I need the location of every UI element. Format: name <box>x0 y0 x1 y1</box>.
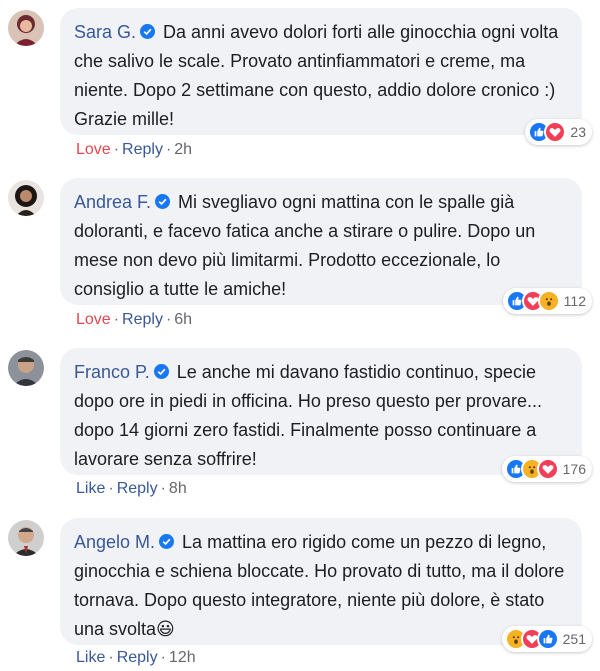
reaction-count: 112 <box>563 293 586 309</box>
comment-actions: Like · Reply · 12h <box>76 649 196 667</box>
timestamp[interactable]: 2h <box>174 141 192 158</box>
love-action[interactable]: Love <box>76 141 111 158</box>
comment-author[interactable]: Angelo M. <box>74 532 155 552</box>
verified-badge-icon <box>155 194 171 209</box>
separator-dot: · <box>160 649 166 666</box>
avatar[interactable] <box>8 10 44 46</box>
avatar[interactable] <box>8 350 44 386</box>
reaction-summary[interactable]: 112 <box>502 288 592 314</box>
reaction-summary[interactable]: 23 <box>525 119 592 145</box>
comment-actions: Love · Reply · 2h <box>76 141 192 159</box>
reaction-count: 176 <box>562 461 586 477</box>
love-icon <box>536 458 559 480</box>
reply-link[interactable]: Reply <box>122 311 163 328</box>
separator-dot: · <box>165 311 172 328</box>
timestamp[interactable]: 6h <box>174 311 192 328</box>
verified-badge-icon <box>140 24 156 39</box>
timestamp[interactable]: 8h <box>169 480 187 497</box>
separator-dot: · <box>113 311 120 328</box>
separator-dot: · <box>108 649 114 666</box>
separator-dot: · <box>165 141 172 158</box>
reaction-summary[interactable]: 176 <box>501 456 592 482</box>
verified-badge-icon <box>153 364 169 379</box>
like-action[interactable]: Like <box>76 480 105 497</box>
like-icon <box>536 628 559 650</box>
comment-actions: Like · Reply · 8h <box>76 480 187 498</box>
love-icon <box>544 121 567 143</box>
separator-dot: · <box>160 480 166 497</box>
like-action[interactable]: Like <box>76 649 105 666</box>
comment-bubble: Sara G. Da anni avevo dolori forti alle g… <box>60 8 582 135</box>
reply-link[interactable]: Reply <box>117 649 158 666</box>
reply-link[interactable]: Reply <box>122 141 163 158</box>
comment-author[interactable]: Franco P. <box>74 362 150 382</box>
comment-bubble: Franco P. Le anche mi davano fastidio con… <box>60 348 582 475</box>
reaction-count: 23 <box>570 124 586 140</box>
reaction-summary[interactable]: 251 <box>501 626 592 652</box>
wow-icon <box>537 290 560 312</box>
verified-badge-icon <box>159 534 175 549</box>
reaction-count: 251 <box>562 631 586 647</box>
reply-link[interactable]: Reply <box>117 480 158 497</box>
avatar[interactable] <box>8 520 44 556</box>
comment-bubble: Andrea F. Mi svegliavo ogni mattina con l… <box>60 178 582 305</box>
avatar[interactable] <box>8 180 44 216</box>
comment-actions: Love · Reply · 6h <box>76 311 192 329</box>
comment-author[interactable]: Andrea F. <box>74 192 151 212</box>
love-action[interactable]: Love <box>76 311 111 328</box>
timestamp[interactable]: 12h <box>169 649 196 666</box>
comment-bubble: Angelo M. La mattina ero rigido come un p… <box>60 518 582 645</box>
separator-dot: · <box>108 480 114 497</box>
comment-author[interactable]: Sara G. <box>74 22 136 42</box>
separator-dot: · <box>113 141 120 158</box>
